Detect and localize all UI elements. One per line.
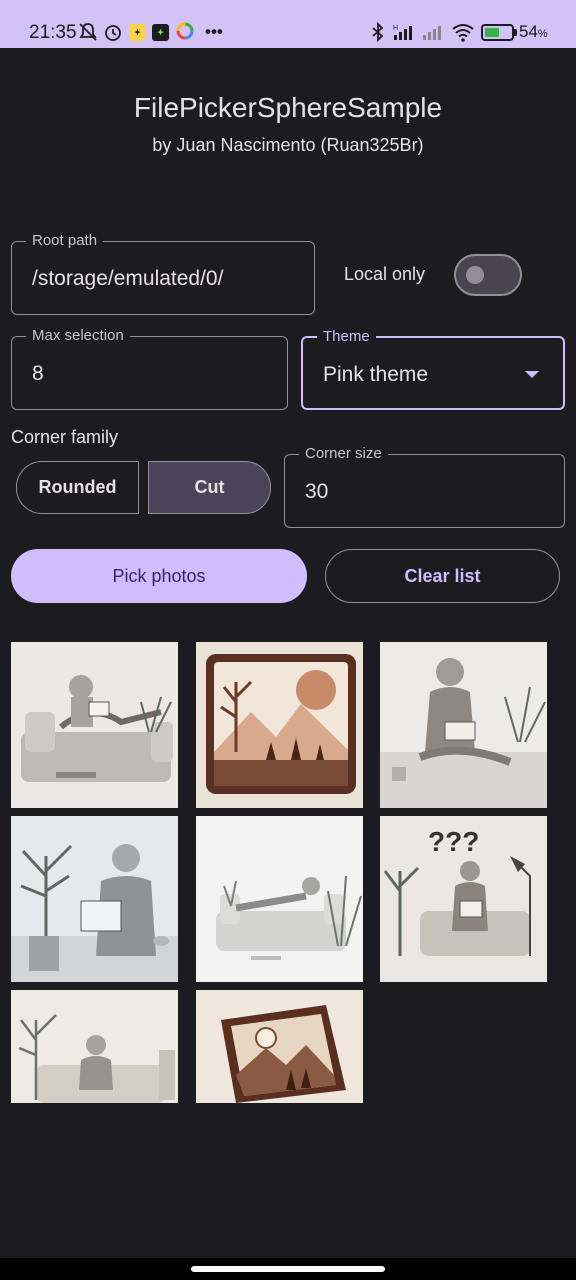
corner-family-label: Corner family [11, 427, 119, 447]
app-badge-icon: ✦ [152, 24, 169, 41]
wifi-icon [451, 22, 475, 47]
local-only-switch[interactable] [454, 254, 522, 296]
battery-percent: 54% [519, 22, 548, 41]
status-bar: 21:35 ✦ ✦ ••• H 54% [0, 0, 576, 48]
app-title: FilePickerSphereSample [133, 92, 443, 123]
photo-thumbnail[interactable] [11, 816, 178, 982]
photo-thumbnail[interactable] [380, 642, 547, 808]
signal-icon: H [392, 22, 418, 47]
photo-thumbnail[interactable] [196, 642, 363, 808]
svg-text:???: ??? [428, 826, 479, 857]
svg-text:H: H [393, 25, 398, 32]
battery-charging-icon [481, 24, 514, 41]
alarm-icon [103, 22, 123, 47]
google-icon [176, 22, 194, 45]
max-selection-value: 8 [32, 362, 44, 385]
root-path-label: Root path [26, 231, 104, 251]
local-only-label: Local only [344, 264, 426, 284]
theme-label: Theme [317, 327, 376, 347]
max-selection-field[interactable]: Max selection 8 [11, 326, 288, 410]
more-notifications-icon: ••• [205, 22, 223, 41]
photo-thumbnail[interactable] [11, 642, 178, 808]
photo-thumbnail[interactable] [196, 990, 363, 1103]
corner-size-field[interactable]: Corner size 30 [284, 444, 565, 528]
theme-value: Pink theme [323, 363, 429, 386]
switch-thumb [466, 266, 484, 284]
photo-thumbnail[interactable]: ??? [380, 816, 547, 982]
photo-thumbnail[interactable] [11, 990, 178, 1103]
theme-dropdown[interactable]: Theme Pink theme [301, 327, 565, 410]
app-subtitle: by Juan Nascimento (Ruan325Br) [152, 135, 424, 155]
root-path-field[interactable]: Root path /storage/emulated/0/ [11, 231, 315, 315]
clear-list-button[interactable]: Clear list [325, 549, 560, 603]
corner-rounded-option[interactable]: Rounded [16, 461, 139, 514]
corner-size-value: 30 [305, 480, 329, 503]
home-gesture-handle[interactable] [191, 1266, 385, 1272]
corner-cut-option[interactable]: Cut [148, 461, 271, 514]
signal-icon [421, 22, 447, 47]
corner-size-label: Corner size [299, 444, 388, 464]
root-path-value: /storage/emulated/0/ [32, 267, 224, 290]
status-time: 21:35 [29, 22, 77, 43]
pick-photos-button[interactable]: Pick photos [11, 549, 307, 603]
app-badge-icon: ✦ [129, 24, 146, 41]
bluetooth-icon [370, 21, 386, 47]
bell-off-icon [78, 22, 98, 47]
photo-thumbnail[interactable] [196, 816, 363, 982]
max-selection-label: Max selection [26, 326, 130, 346]
dropdown-arrow-icon [525, 371, 539, 378]
